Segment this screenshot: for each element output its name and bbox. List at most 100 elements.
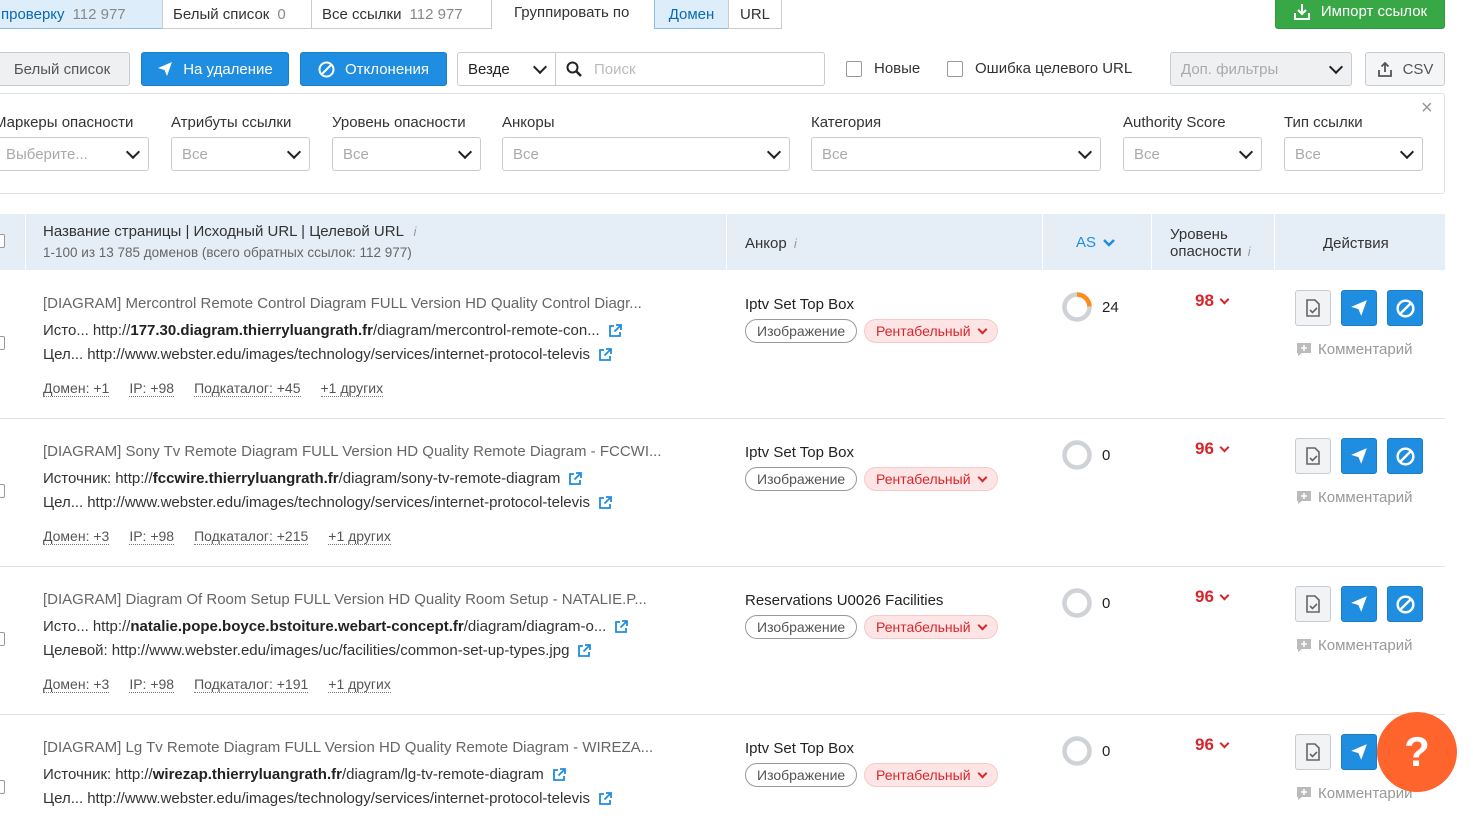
comment-button[interactable]: Комментарий — [1296, 489, 1412, 506]
meta-link[interactable]: Подкаталог: +45 — [194, 380, 301, 397]
page-title-link[interactable]: [DIAGRAM] Sony Tv Remote Diagram FULL Ve… — [43, 443, 711, 460]
target-error-checkbox[interactable] — [947, 61, 963, 77]
delete-action-button[interactable] — [1341, 438, 1377, 474]
rejections-button[interactable]: Отклонения — [300, 52, 447, 86]
extra-filters-select[interactable]: Доп. фильтры — [1170, 52, 1352, 86]
row-checkbox[interactable] — [0, 336, 5, 350]
source-url[interactable]: http://natalie.pope.boyce.bstoiture.weba… — [93, 618, 607, 635]
source-url-line: Источник: http://fccwire.thierryluangrath… — [43, 470, 583, 487]
help-button[interactable]: ? — [1377, 712, 1457, 792]
target-url[interactable]: http://www.webster.edu/images/technology… — [87, 494, 590, 511]
scope-select[interactable]: Везде — [457, 52, 556, 86]
tab-to-review[interactable]: проверку 112 977 — [0, 0, 163, 29]
meta-link[interactable]: +1 других — [320, 380, 384, 397]
group-by-domain[interactable]: Домен — [654, 0, 729, 29]
reject-action-button[interactable] — [1387, 438, 1423, 474]
source-url[interactable]: http://177.30.diagram.thierryluangrath.f… — [93, 322, 600, 339]
reject-action-button[interactable] — [1387, 290, 1423, 326]
meta-link[interactable]: Домен: +3 — [43, 528, 110, 545]
delete-action-button[interactable] — [1341, 290, 1377, 326]
whitelist-action-button[interactable] — [1295, 586, 1331, 622]
source-url[interactable]: http://wirezap.thierryluangrath.fr/diagr… — [115, 766, 543, 783]
target-url[interactable]: http://www.webster.edu/images/technology… — [87, 346, 590, 363]
anchor-column-header[interactable]: Анкор i — [745, 235, 797, 252]
toxicity-column-header[interactable]: Уровень опасности i — [1170, 226, 1251, 260]
page-title-link[interactable]: [DIAGRAM] Mercontrol Remote Control Diag… — [43, 295, 711, 312]
document-check-icon — [1306, 595, 1320, 613]
status-badge[interactable]: Рентабельный — [864, 763, 998, 787]
row-checkbox[interactable] — [0, 632, 5, 646]
status-badge-label: Рентабельный — [876, 471, 971, 487]
target-url[interactable]: http://www.webster.edu/images/technology… — [87, 790, 590, 807]
meta-link[interactable]: +1 других — [328, 528, 391, 545]
meta-link[interactable]: IP: +98 — [129, 380, 175, 397]
search-input[interactable]: Поиск — [555, 52, 825, 86]
reject-action-button[interactable] — [1387, 586, 1423, 622]
new-checkbox[interactable] — [846, 61, 862, 77]
filter-link-type[interactable]: Все — [1284, 137, 1423, 171]
filter-authority-score[interactable]: Все — [1123, 137, 1262, 171]
delete-action-button[interactable] — [1341, 734, 1377, 770]
as-column-header[interactable]: AS — [1076, 234, 1116, 251]
external-link-icon[interactable] — [568, 471, 583, 486]
meta-link[interactable]: +1 других — [328, 676, 391, 693]
meta-link[interactable]: IP: +98 — [129, 676, 175, 693]
toxicity-score[interactable]: 96 — [1195, 735, 1230, 755]
meta-link[interactable]: IP: +98 — [129, 528, 175, 545]
meta-link[interactable]: Подкаталог: +215 — [194, 528, 309, 545]
ban-icon — [318, 61, 335, 77]
source-url-prefix: http:// — [115, 470, 153, 487]
close-icon[interactable]: × — [1421, 97, 1433, 120]
filter-label: Authority Score — [1123, 114, 1226, 131]
row-checkbox[interactable] — [0, 780, 5, 794]
external-link-icon[interactable] — [577, 643, 592, 658]
meta-link[interactable]: Домен: +3 — [43, 676, 110, 693]
page-title-link[interactable]: [DIAGRAM] Diagram Of Room Setup FULL Ver… — [43, 591, 711, 608]
external-link-icon[interactable] — [552, 767, 566, 782]
meta-link[interactable]: Домен: +1 — [43, 380, 110, 397]
page-column-header[interactable]: Название страницы | Исходный URL | Целев… — [43, 223, 416, 240]
meta-link[interactable]: Подкаталог: +191 — [194, 676, 309, 693]
group-by-url[interactable]: URL — [728, 0, 782, 29]
filter-danger-markers[interactable]: Выберите... — [0, 137, 149, 171]
external-link-icon[interactable] — [598, 495, 612, 510]
header-divider — [1042, 214, 1043, 270]
to-delete-button[interactable]: На удаление — [141, 52, 289, 86]
row-checkbox[interactable] — [0, 484, 5, 498]
external-link-icon[interactable] — [598, 791, 612, 806]
external-link-icon[interactable] — [614, 619, 629, 634]
status-badge[interactable]: Рентабельный — [864, 319, 998, 343]
tab-whitelist[interactable]: Белый список 0 — [162, 0, 312, 29]
toxicity-score[interactable]: 96 — [1195, 439, 1230, 459]
toxicity-score[interactable]: 96 — [1195, 587, 1230, 607]
page-title-link[interactable]: [DIAGRAM] Lg Tv Remote Diagram FULL Vers… — [43, 739, 711, 756]
source-url-domain: 177.30.diagram.thierryluangrath.fr — [130, 322, 373, 339]
external-link-icon[interactable] — [598, 347, 612, 362]
whitelist-action-button[interactable] — [1295, 734, 1331, 770]
tab-label: проверку — [1, 5, 65, 23]
filter-link-attributes[interactable]: Все — [171, 137, 310, 171]
toxicity-score[interactable]: 98 — [1195, 291, 1230, 311]
status-badge[interactable]: Рентабельный — [864, 467, 998, 491]
tab-all-links[interactable]: Все ссылки 112 977 — [311, 0, 492, 29]
as-column-title: AS — [1076, 234, 1097, 251]
comment-button[interactable]: Комментарий — [1296, 785, 1412, 802]
whitelist-action-button[interactable] — [1295, 438, 1331, 474]
source-url[interactable]: http://fccwire.thierryluangrath.fr/diagr… — [115, 470, 560, 487]
delete-action-button[interactable] — [1341, 586, 1377, 622]
target-url[interactable]: http://www.webster.edu/images/uc/facilit… — [112, 642, 570, 659]
select-all-checkbox[interactable] — [0, 234, 5, 248]
filter-toxicity-level[interactable]: Все — [332, 137, 481, 171]
filter-category[interactable]: Все — [811, 137, 1101, 171]
filter-anchors[interactable]: Все — [502, 137, 790, 171]
import-links-button[interactable]: Импорт ссылок — [1275, 0, 1445, 29]
target-url-line: Цел... http://www.webster.edu/images/tech… — [43, 346, 612, 363]
comment-button[interactable]: Комментарий — [1296, 341, 1412, 358]
comment-button[interactable]: Комментарий — [1296, 637, 1412, 654]
whitelist-button[interactable]: Белый список — [0, 52, 130, 86]
status-badge[interactable]: Рентабельный — [864, 615, 998, 639]
ban-icon — [1395, 446, 1415, 466]
csv-export-button[interactable]: CSV — [1365, 52, 1445, 86]
external-link-icon[interactable] — [608, 323, 622, 338]
whitelist-action-button[interactable] — [1295, 290, 1331, 326]
